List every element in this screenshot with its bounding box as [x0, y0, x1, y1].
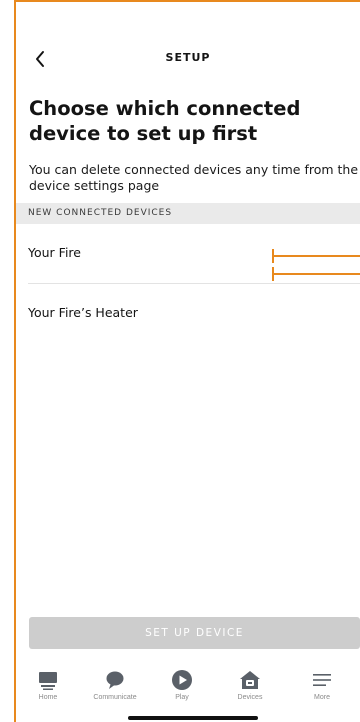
tab-play[interactable]: Play: [152, 662, 212, 712]
tab-devices[interactable]: Devices: [220, 662, 280, 712]
home-icon: [37, 668, 59, 692]
tab-home[interactable]: Home: [18, 662, 78, 712]
device-label: Your Fire: [28, 245, 81, 260]
devices-icon: [239, 668, 261, 692]
play-icon: [171, 668, 193, 692]
device-row-your-fire-heater[interactable]: Your Fire’s Heater: [16, 283, 360, 343]
tab-label: Play: [175, 694, 189, 701]
bottom-tab-bar: Home Communicate Play Devices More: [16, 662, 360, 712]
set-up-device-button[interactable]: SET UP DEVICE: [29, 617, 360, 649]
tab-label: Communicate: [93, 694, 137, 701]
section-header: NEW CONNECTED DEVICES: [16, 203, 360, 224]
annotation-pointer: [272, 249, 360, 263]
tab-label: More: [314, 694, 330, 701]
tab-more[interactable]: More: [292, 662, 352, 712]
menu-icon: [311, 668, 333, 692]
device-label: Your Fire’s Heater: [28, 305, 138, 320]
tab-label: Home: [38, 694, 58, 701]
page-title: SETUP: [165, 51, 211, 64]
tab-label: Devices: [237, 694, 263, 701]
top-bar: SETUP: [16, 44, 360, 74]
tab-communicate[interactable]: Communicate: [85, 662, 145, 712]
headline: Choose which connected device to set up …: [29, 97, 301, 145]
annotation-pointer: [272, 267, 360, 281]
chat-icon: [104, 668, 126, 692]
home-indicator: [128, 716, 258, 720]
subtitle: You can delete connected devices any tim…: [29, 162, 359, 193]
